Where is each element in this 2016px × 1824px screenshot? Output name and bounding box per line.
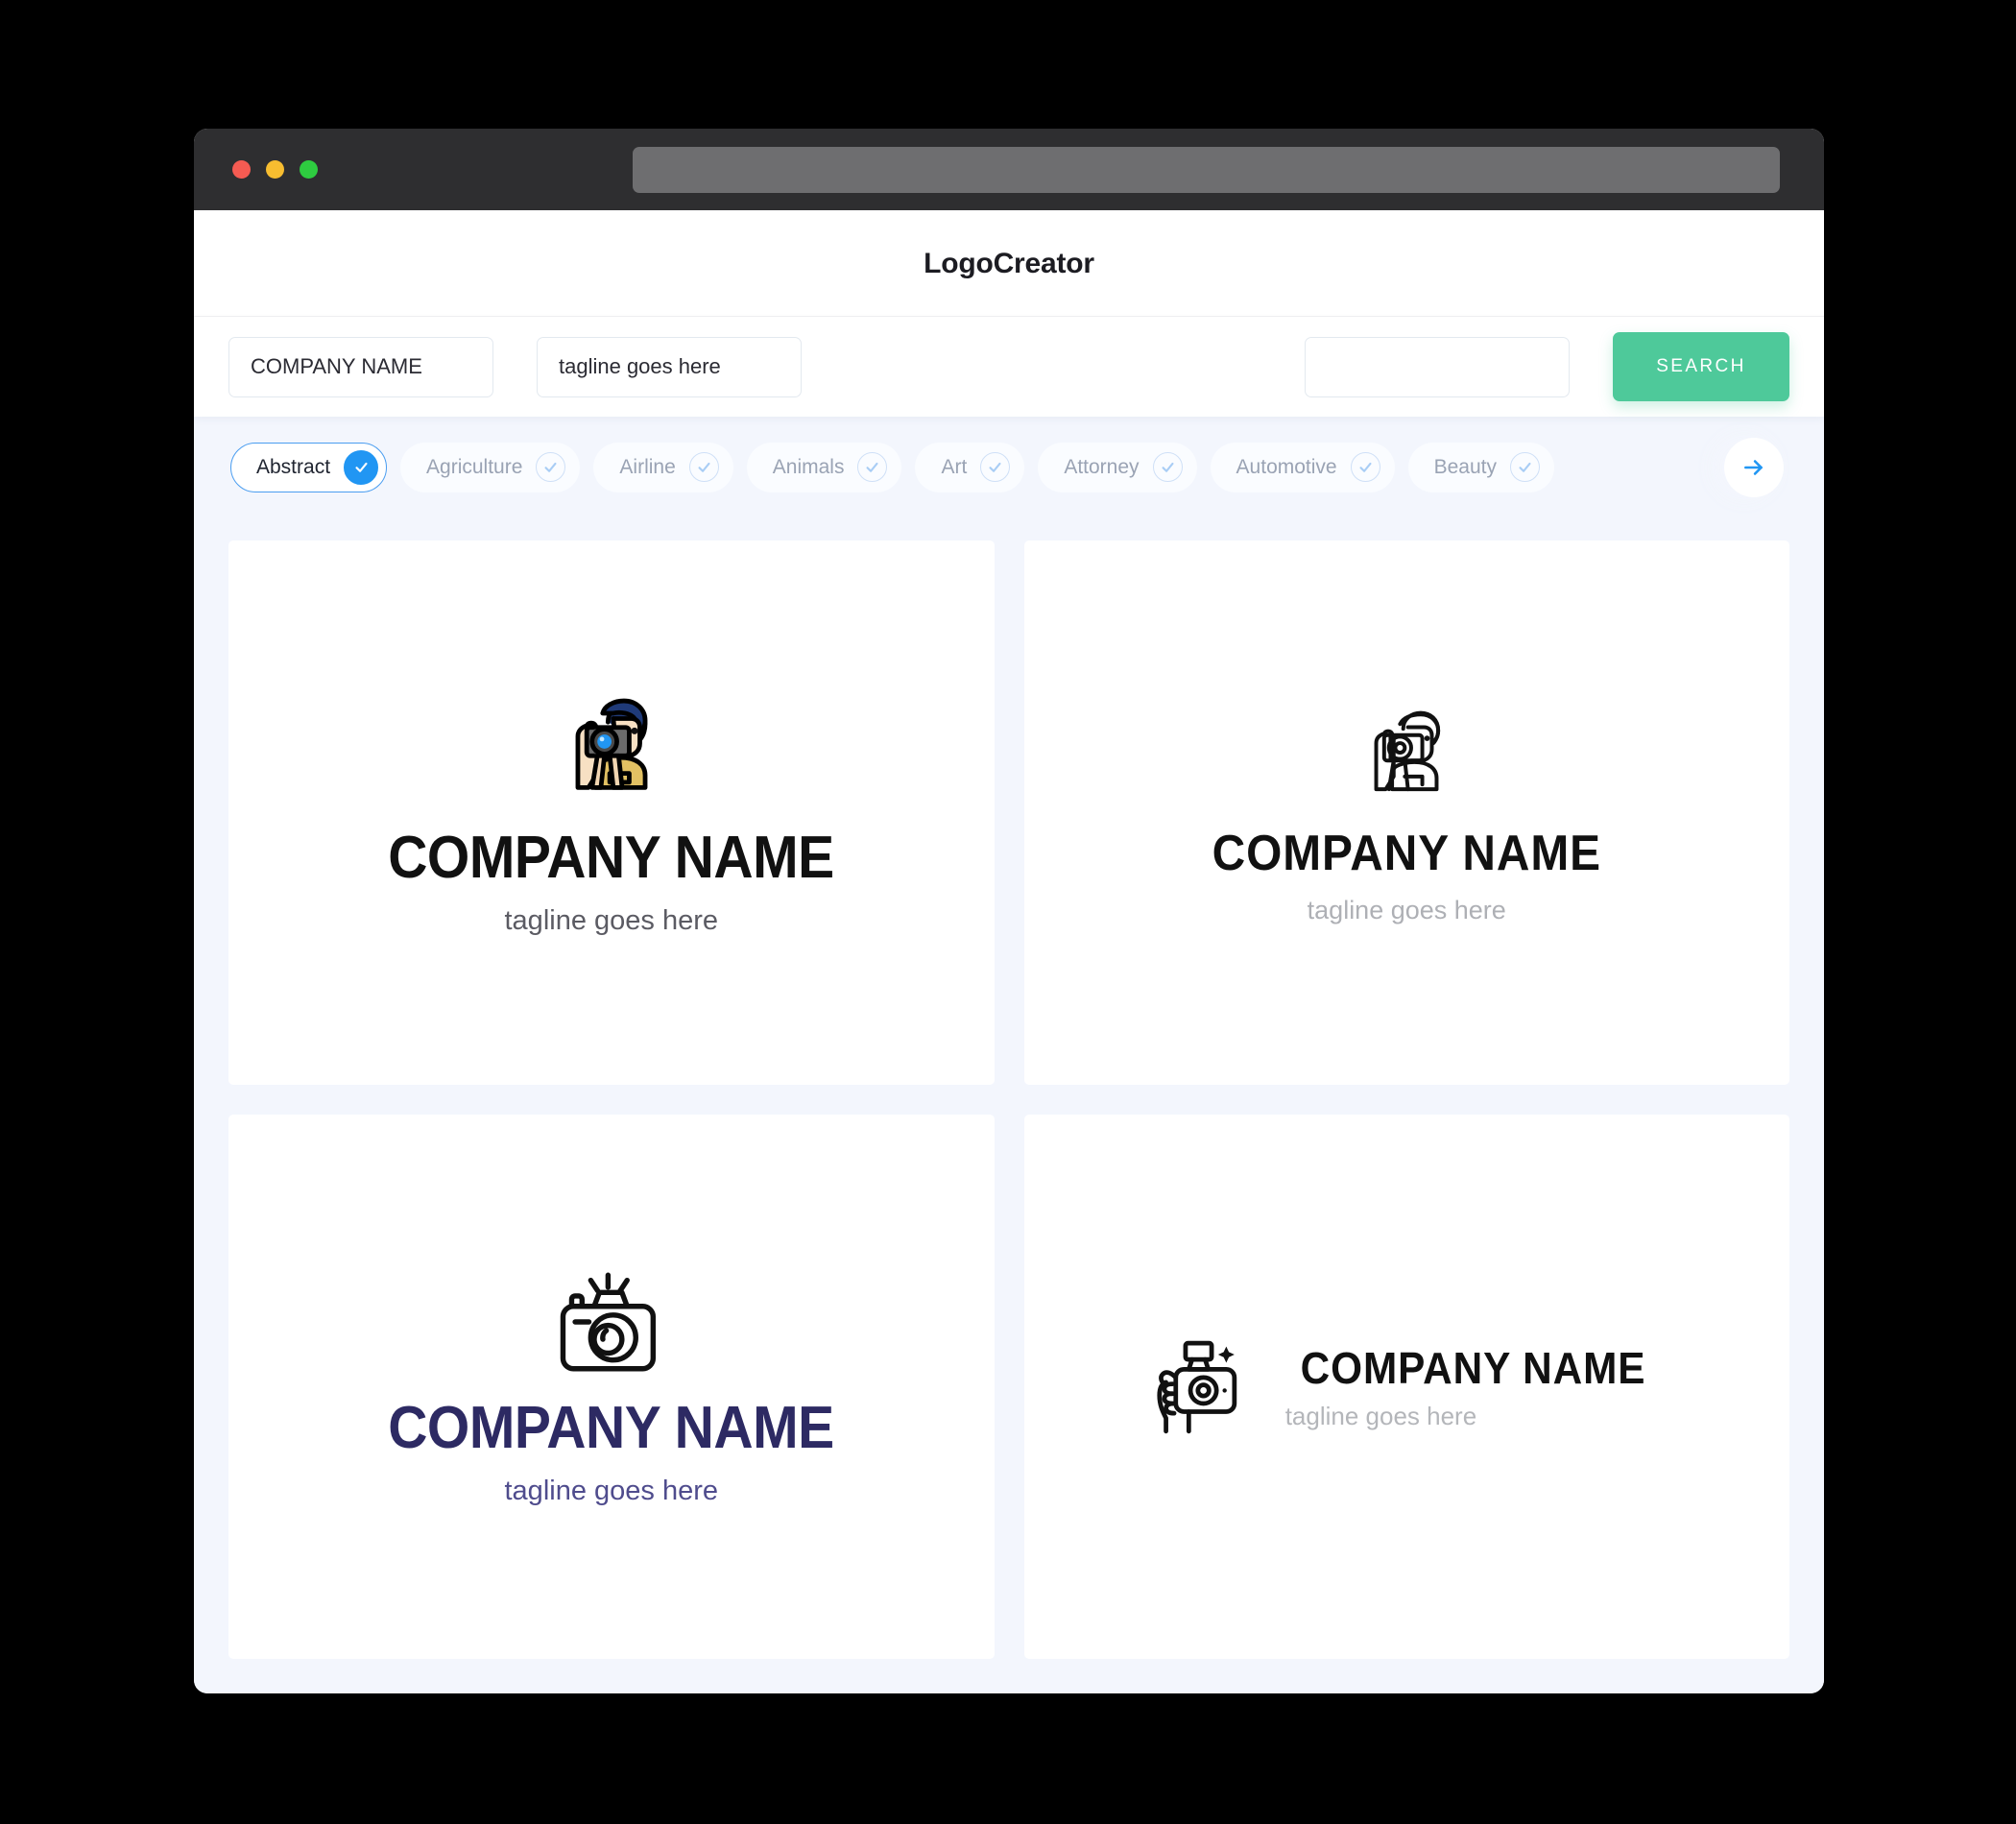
check-icon	[857, 452, 888, 482]
logo-preview: COMPANY NAME tagline goes here	[1195, 702, 1619, 924]
browser-window: LogoCreator SEARCH Abstract Agriculture Ai…	[194, 129, 1824, 1693]
screen: LogoCreator SEARCH Abstract Agriculture Ai…	[0, 0, 2016, 1824]
logo-preview: COMPANY NAME tagline goes here	[1153, 1333, 1661, 1441]
hand-camera-icon	[1157, 1340, 1236, 1433]
category-chip-label: Abstract	[256, 455, 331, 478]
category-chip-label: Airline	[619, 455, 676, 478]
camera-flash-icon	[560, 1272, 656, 1372]
check-icon	[1350, 452, 1380, 482]
logo-company-name: COMPANY NAME	[388, 825, 835, 891]
check-icon	[344, 449, 379, 485]
logo-company-name: COMPANY NAME	[1212, 826, 1601, 881]
category-chip-label: Automotive	[1236, 455, 1337, 478]
window-controls	[232, 160, 318, 179]
logo-tagline: tagline goes here	[504, 1476, 719, 1506]
check-icon	[980, 452, 1011, 482]
categories-next-button[interactable]	[1724, 437, 1784, 497]
logo-tagline: tagline goes here	[1284, 1401, 1477, 1430]
tagline-input[interactable]	[537, 336, 802, 397]
photographer-color-icon	[575, 698, 648, 790]
browser-titlebar	[194, 129, 1824, 210]
logo-preview: COMPANY NAME tagline goes here	[369, 690, 853, 935]
check-icon	[536, 452, 566, 482]
search-button[interactable]: SEARCH	[1613, 332, 1789, 401]
logo-text: COMPANY NAME tagline goes here	[1195, 804, 1619, 924]
category-chip-label: Attorney	[1064, 455, 1140, 478]
logo-text: COMPANY NAME tagline goes here	[369, 1376, 853, 1505]
logo-card[interactable]: COMPANY NAME tagline goes here	[1023, 540, 1789, 1085]
category-chip-automotive[interactable]: Automotive	[1210, 442, 1395, 492]
category-chip-label: Beauty	[1433, 455, 1497, 478]
keyword-input[interactable]	[1305, 336, 1570, 397]
check-icon	[1152, 452, 1183, 482]
company-name-input[interactable]	[228, 336, 493, 397]
category-chip-label: Art	[941, 455, 968, 478]
logo-results-grid: COMPANY NAME tagline goes here COMPANY N…	[194, 517, 1824, 1693]
category-chip-animals[interactable]: Animals	[746, 442, 902, 492]
logo-card[interactable]: COMPANY NAME tagline goes here	[228, 1115, 995, 1659]
maximize-window-button[interactable]	[300, 160, 318, 179]
logo-tagline: tagline goes here	[1307, 896, 1506, 924]
logo-company-name: COMPANY NAME	[388, 1395, 835, 1461]
logo-preview: COMPANY NAME tagline goes here	[369, 1268, 853, 1505]
logo-text: COMPANY NAME tagline goes here	[369, 804, 853, 935]
logo-tagline: tagline goes here	[504, 905, 719, 936]
category-chip-attorney[interactable]: Attorney	[1038, 442, 1197, 492]
category-chip-art[interactable]: Art	[915, 442, 1025, 492]
arrow-right-icon	[1744, 459, 1763, 475]
close-window-button[interactable]	[232, 160, 251, 179]
category-filter-bar: Abstract Agriculture Airline Animals Art Atto…	[194, 417, 1824, 517]
category-chip-beauty[interactable]: Beauty	[1407, 442, 1554, 492]
logo-company-name: COMPANY NAME	[1300, 1342, 1646, 1393]
category-chip-abstract[interactable]: Abstract	[230, 442, 388, 492]
url-bar[interactable]	[633, 147, 1780, 193]
logo-text: COMPANY NAME tagline goes here	[1285, 1346, 1661, 1428]
page-title: LogoCreator	[924, 247, 1094, 279]
check-icon	[1510, 452, 1540, 482]
category-chip-airline[interactable]: Airline	[593, 442, 733, 492]
category-chip-label: Agriculture	[426, 455, 523, 478]
app-header: LogoCreator	[194, 210, 1824, 317]
photographer-outline-icon	[1374, 710, 1441, 792]
check-icon	[688, 452, 719, 482]
logo-card[interactable]: COMPANY NAME tagline goes here	[1023, 1115, 1789, 1659]
search-bar: SEARCH	[194, 317, 1824, 417]
category-chip-label: Animals	[772, 455, 845, 478]
category-chip-agriculture[interactable]: Agriculture	[400, 442, 581, 492]
logo-card[interactable]: COMPANY NAME tagline goes here	[228, 540, 995, 1085]
minimize-window-button[interactable]	[266, 160, 284, 179]
